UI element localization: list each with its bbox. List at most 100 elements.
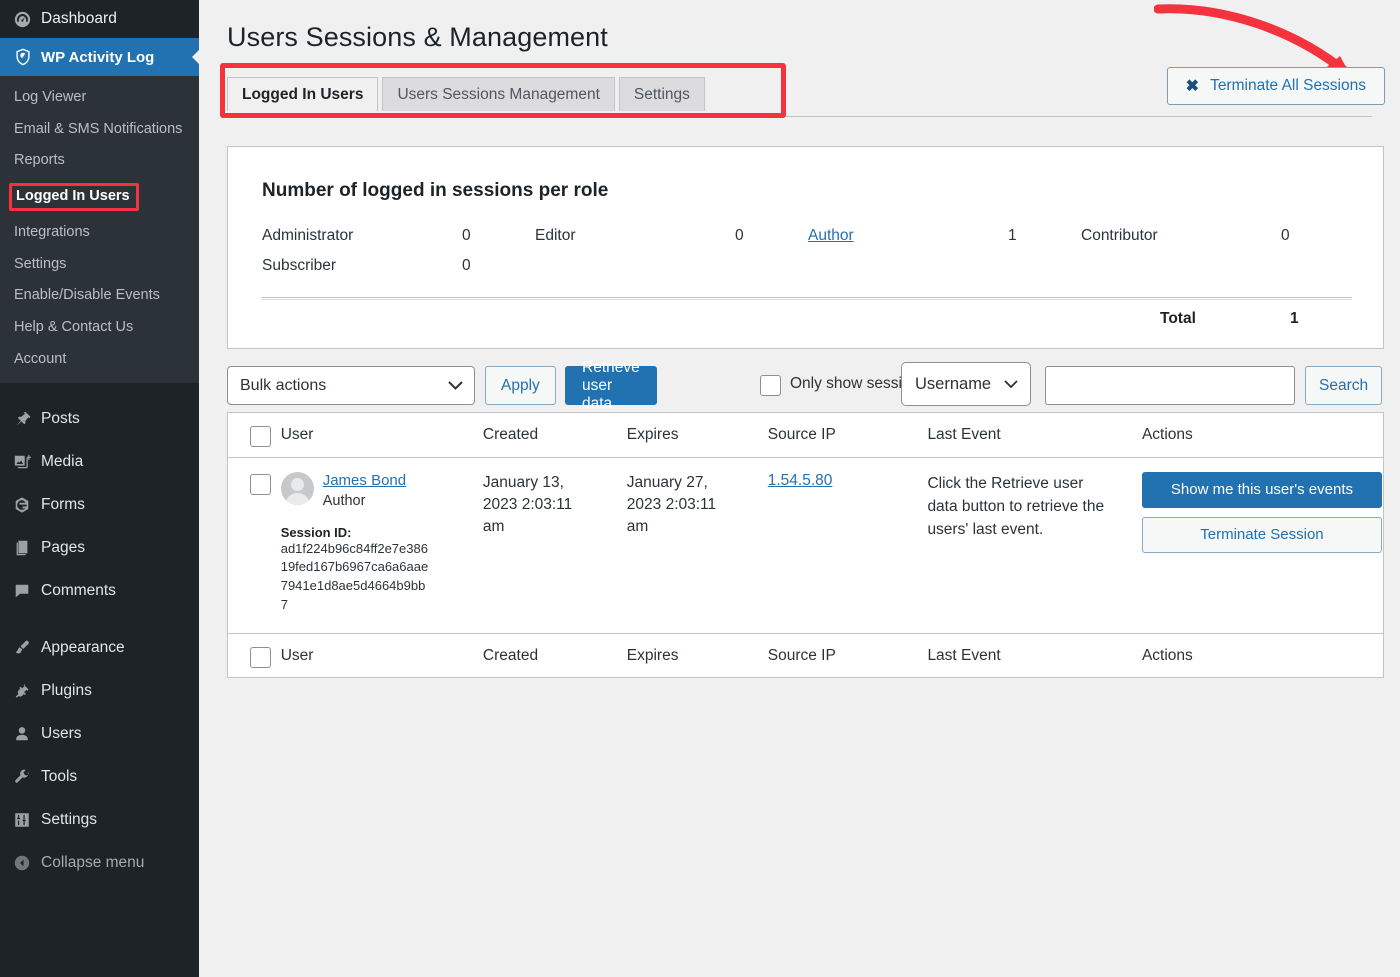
cell-user: James Bond Author Session ID: ad1f224b96… (280, 457, 482, 633)
column-footer-actions: Actions (1125, 632, 1383, 678)
sidebar-subitem-logged-in-users[interactable]: Logged In Users (0, 177, 199, 218)
sidebar-subitem-label: Logged In Users (16, 187, 130, 204)
role-cell-subscriber: Subscriber 0 (262, 257, 535, 275)
sidebar-item-label: Plugins (41, 681, 92, 699)
sidebar-item-label: Media (41, 452, 84, 470)
role-cell-editor: Editor 0 (535, 227, 808, 245)
tab-label: Logged In Users (242, 86, 364, 103)
sidebar-item-pages[interactable]: Pages (0, 526, 199, 569)
sidebar-item-collapse-menu[interactable]: Collapse menu (0, 841, 199, 884)
roles-row: Subscriber 0 (262, 257, 1357, 275)
sidebar-subitem-help-contact-us[interactable]: Help & Contact Us (0, 312, 199, 344)
user-name-link[interactable]: James Bond (323, 472, 406, 489)
role-count: 0 (462, 227, 471, 244)
role-cell-administrator: Administrator 0 (262, 227, 535, 245)
select-all-checkbox[interactable] (250, 426, 271, 447)
sidebar-item-dashboard[interactable]: Dashboard (0, 0, 199, 38)
column-footer-source-ip[interactable]: Source IP (766, 632, 927, 678)
select-all-checkbox-cell-footer (228, 632, 280, 678)
search-field-select[interactable]: Username (901, 362, 1031, 406)
sidebar-subitem-label: Account (14, 350, 67, 367)
sidebar-subitem-reports[interactable]: Reports (0, 145, 199, 177)
sidebar-subitem-log-viewer[interactable]: Log Viewer (0, 82, 199, 114)
tab-label: Users Sessions Management (397, 86, 600, 103)
column-header-created[interactable]: Created (481, 413, 626, 458)
search-button[interactable]: Search (1305, 366, 1383, 405)
user-icon (13, 725, 41, 743)
sidebar-item-media[interactable]: Media (0, 440, 199, 483)
sidebar-subitem-label: Enable/Disable Events (14, 287, 160, 304)
chevron-down-icon (447, 380, 464, 391)
session-id-value: ad1f224b96c84ff2e7e38619fed167b6967ca6a6… (280, 540, 429, 613)
bulk-actions-select[interactable]: Bulk actions (227, 366, 475, 405)
roles-panel-title: Number of logged in sessions per role (262, 180, 609, 201)
source-ip-link[interactable]: 1.54.5.80 (768, 472, 833, 489)
sidebar-subitem-integrations[interactable]: Integrations (0, 217, 199, 249)
sidebar-item-plugins[interactable]: Plugins (0, 669, 199, 712)
show-user-events-button[interactable]: Show me this user's events (1141, 471, 1382, 508)
annotation-highlight-box: Logged In Users (9, 182, 139, 212)
column-header-expires[interactable]: Expires (625, 413, 767, 458)
sidebar-item-label: Settings (41, 810, 98, 828)
apply-button[interactable]: Apply (485, 366, 556, 405)
bulk-actions-value: Bulk actions (240, 376, 327, 394)
tab-settings[interactable]: Settings (618, 77, 705, 111)
main-content: Users Sessions & Management Logged In Us… (199, 0, 1400, 977)
roles-divider (262, 297, 1352, 300)
sidebar-item-label: Dashboard (41, 10, 117, 27)
column-header-source-ip[interactable]: Source IP (766, 413, 927, 458)
role-cell-contributor: Contributor 0 (1081, 227, 1354, 245)
last-event-text: Click the Retrieve user data button to r… (927, 474, 1105, 539)
session-id-label: Session ID: (280, 524, 352, 540)
column-footer-user[interactable]: User (279, 632, 482, 678)
select-all-checkbox-cell (228, 413, 280, 458)
role-name-link[interactable]: Author (808, 227, 1008, 245)
role-name: Contributor (1081, 227, 1158, 244)
sidebar-subitem-account[interactable]: Account (0, 344, 199, 376)
only-show-sessions-checkbox[interactable] (760, 375, 781, 396)
column-header-user[interactable]: User (279, 413, 482, 458)
cell-last-event: Click the Retrieve user data button to r… (926, 457, 1126, 633)
created-date: January 13, 2023 2:03:11 am (482, 473, 573, 536)
tab-bar: Logged In Users Users Sessions Managemen… (220, 63, 786, 118)
column-header-last-event[interactable]: Last Event (926, 413, 1126, 458)
shield-icon (13, 47, 41, 67)
role-author-link[interactable]: Author (808, 227, 854, 244)
sidebar-item-forms[interactable]: Forms (0, 483, 199, 526)
admin-sidebar: Dashboard WP Activity Log Log Viewer Ema… (0, 0, 200, 977)
row-checkbox[interactable] (250, 473, 271, 495)
wrench-icon (13, 768, 41, 786)
role-count: 0 (735, 227, 744, 244)
retrieve-user-data-button[interactable]: Retrieve user data (565, 359, 657, 412)
terminate-all-sessions-button[interactable]: ✖ Terminate All Sessions (1166, 67, 1385, 105)
sidebar-item-posts[interactable]: Posts (0, 397, 199, 440)
tab-label: Settings (633, 86, 690, 103)
sidebar-subitem-settings[interactable]: Settings (0, 249, 199, 281)
sidebar-item-label: Comments (41, 581, 116, 599)
sidebar-item-tools[interactable]: Tools (0, 755, 199, 798)
total-label: Total (1160, 310, 1196, 327)
column-footer-expires[interactable]: Expires (625, 632, 767, 678)
select-all-checkbox-footer[interactable] (250, 646, 271, 668)
sidebar-item-wp-activity-log[interactable]: WP Activity Log (0, 38, 200, 76)
forms-icon (13, 496, 41, 514)
sidebar-item-comments[interactable]: Comments (0, 569, 199, 612)
sidebar-subitem-enable-disable-events[interactable]: Enable/Disable Events (0, 280, 199, 312)
collapse-icon (13, 854, 41, 872)
sidebar-item-settings[interactable]: Settings (0, 798, 199, 841)
sidebar-subitem-email-sms-notifications[interactable]: Email & SMS Notifications (0, 114, 199, 146)
sidebar-item-label: Collapse menu (41, 853, 145, 871)
avatar (280, 471, 314, 505)
search-input[interactable] (1045, 366, 1295, 405)
sidebar-item-users[interactable]: Users (0, 712, 199, 755)
tab-users-sessions-management[interactable]: Users Sessions Management (382, 77, 615, 111)
roles-row: Administrator 0 Editor 0 Author 1 Contri… (262, 227, 1357, 245)
sidebar-subitem-label: Reports (14, 152, 65, 169)
sidebar-item-appearance[interactable]: Appearance (0, 626, 199, 669)
column-footer-created[interactable]: Created (481, 632, 626, 678)
column-footer-last-event[interactable]: Last Event (926, 632, 1126, 678)
terminate-session-button[interactable]: Terminate Session (1141, 516, 1382, 553)
role-name: Administrator (262, 227, 354, 244)
role-count: 0 (1281, 227, 1290, 244)
tab-logged-in-users[interactable]: Logged In Users (227, 77, 379, 111)
